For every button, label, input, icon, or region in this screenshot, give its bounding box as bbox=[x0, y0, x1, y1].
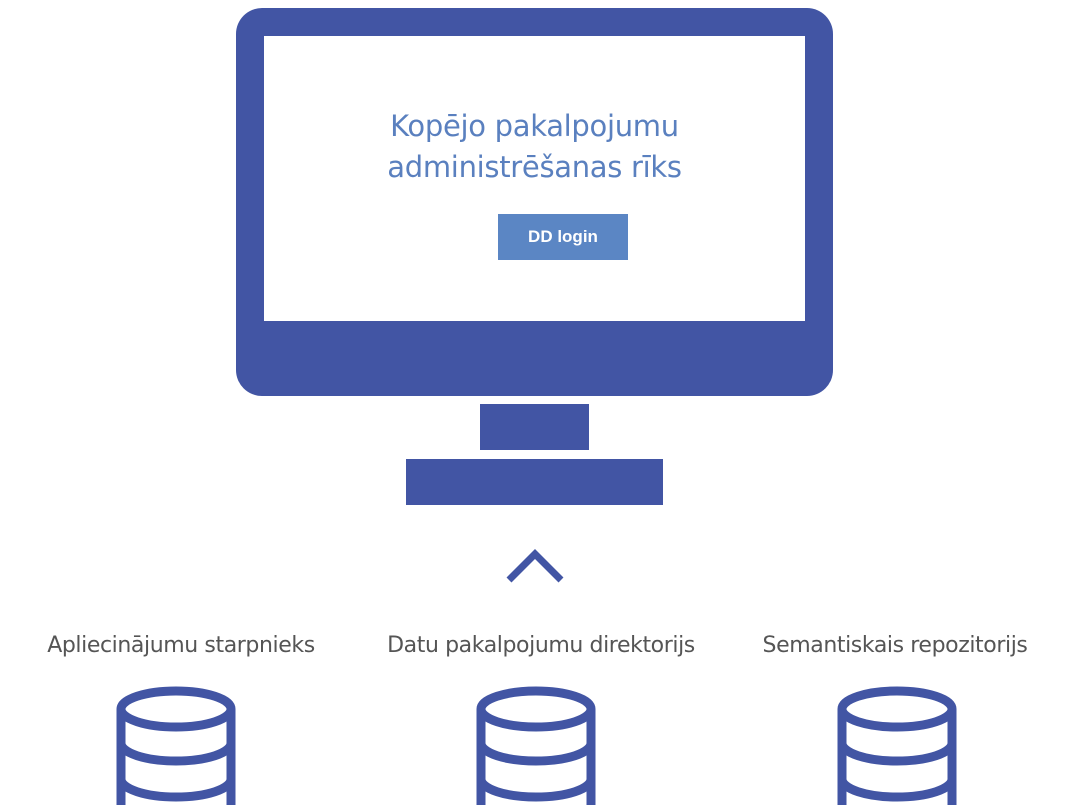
chevron-up-icon bbox=[506, 549, 564, 583]
database-icon bbox=[476, 686, 596, 805]
title-line-1: Kopējo pakalpojumu bbox=[390, 109, 679, 143]
dd-login-button[interactable]: DD login bbox=[498, 214, 628, 260]
page-title: Kopējo pakalpojumu administrēšanas rīks bbox=[264, 106, 805, 188]
monitor-stand-neck bbox=[480, 404, 589, 450]
db-label-data-service-directory: Datu pakalpojumu direktorijs bbox=[387, 633, 695, 658]
db-label-credential-broker: Apliecinājumu starpnieks bbox=[47, 633, 315, 658]
database-icon bbox=[837, 686, 957, 805]
monitor-screen: Kopējo pakalpojumu administrēšanas rīks … bbox=[264, 36, 805, 321]
title-line-2: administrēšanas rīks bbox=[387, 150, 682, 184]
db-label-semantic-repository: Semantiskais repozitorijs bbox=[762, 633, 1028, 658]
database-icon bbox=[116, 686, 236, 805]
monitor: Kopējo pakalpojumu administrēšanas rīks … bbox=[236, 8, 833, 396]
monitor-stand-base bbox=[406, 459, 663, 505]
